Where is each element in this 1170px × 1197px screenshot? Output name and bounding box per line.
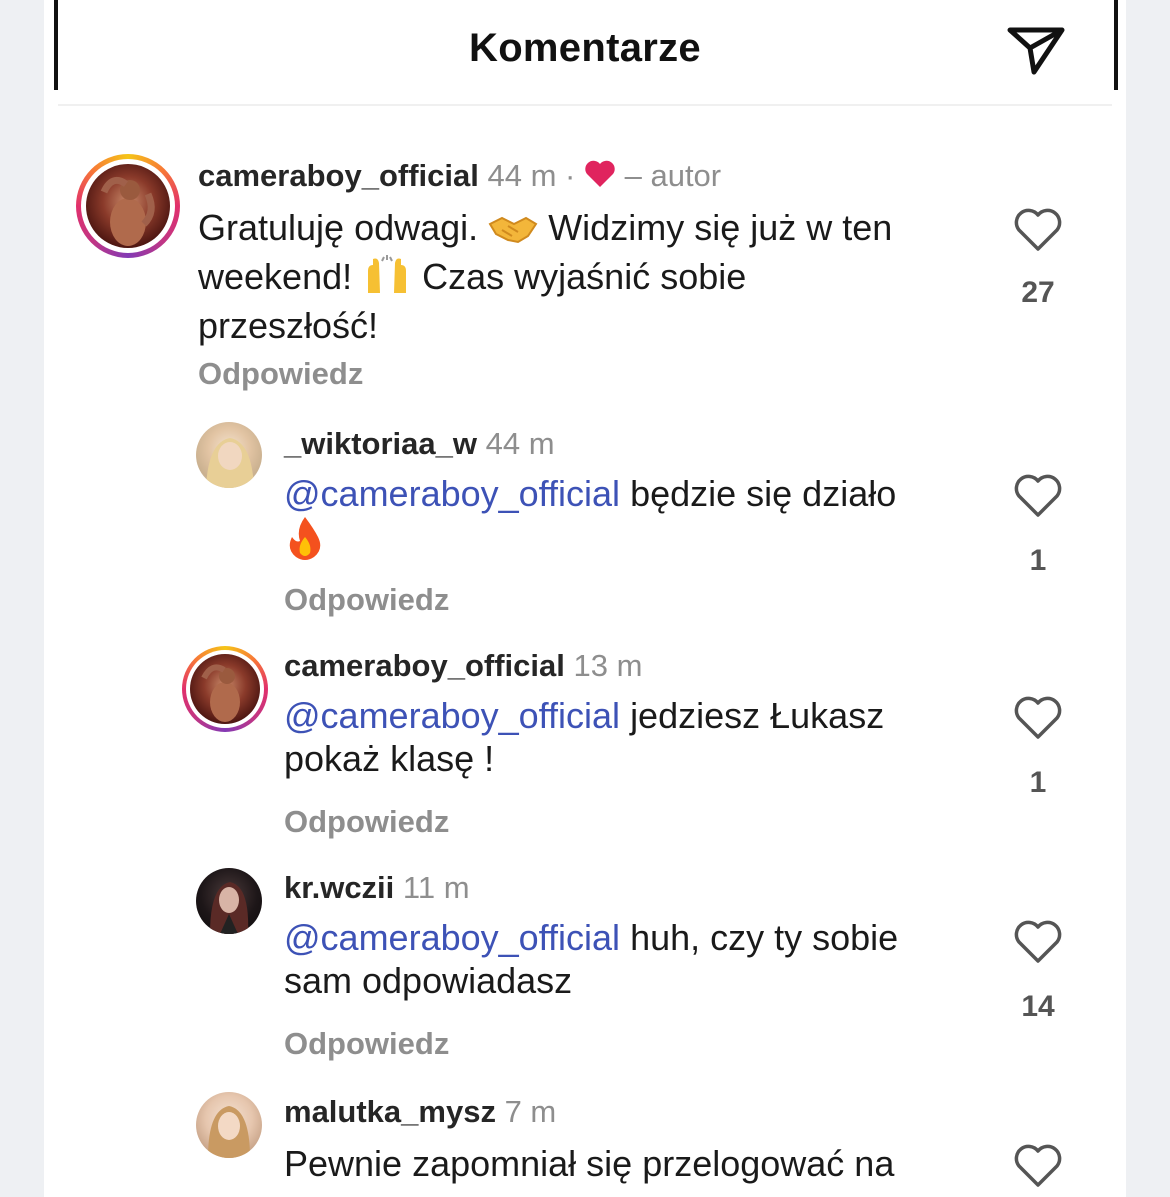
handshake-emoji <box>488 212 538 255</box>
author-liked-heart-icon <box>584 160 616 196</box>
like-heart-icon[interactable] <box>1014 696 1062 740</box>
like-heart-icon[interactable] <box>1014 920 1062 964</box>
like-heart-icon[interactable] <box>1014 208 1062 252</box>
paper-plane-icon[interactable] <box>1004 16 1068 80</box>
comment-text-part: weekend! <box>198 256 353 297</box>
comment-header: kr.wczii 11 m <box>284 870 470 906</box>
comment-header: cameraboy_official 13 m <box>284 648 642 684</box>
like-count: 1 <box>1029 544 1047 577</box>
story-ring[interactable] <box>76 154 180 258</box>
page-title: Komentarze <box>469 26 701 70</box>
like-count: 1 <box>1029 766 1047 799</box>
comment-text: @cameraboy_official będzie się działo <box>284 472 1004 570</box>
reply-button[interactable]: Odpowiedz <box>284 804 449 840</box>
username[interactable]: cameraboy_official <box>198 158 479 193</box>
avatar <box>86 164 170 248</box>
comment-text-part: przeszłość! <box>198 305 379 346</box>
avatar <box>190 654 260 724</box>
comment-item: _wiktoriaa_w 44 m @cameraboy_official bę… <box>44 420 1126 630</box>
fire-emoji <box>284 515 326 570</box>
avatar[interactable] <box>196 1092 262 1158</box>
comment-item: cameraboy_official 13 m @cameraboy_offic… <box>44 644 1126 854</box>
comment-text-part: Gratuluję odwagi. <box>198 207 479 248</box>
reply-button[interactable]: Odpowiedz <box>284 1026 449 1062</box>
like-count: 14 <box>1021 990 1055 1023</box>
reply-button[interactable]: Odpowiedz <box>284 582 449 618</box>
separator: · <box>565 158 576 193</box>
comment-text: Pewnie zapomniał się przelogować na <box>284 1142 1024 1185</box>
author-tag: – autor <box>624 158 722 193</box>
comment-text-part: jedziesz Łukasz <box>630 695 885 736</box>
reply-button[interactable]: Odpowiedz <box>198 356 363 392</box>
mention-link[interactable]: @cameraboy_official <box>284 695 620 736</box>
like-heart-icon[interactable] <box>1014 1144 1062 1188</box>
comment-text: @cameraboy_official huh, czy ty sobie sa… <box>284 916 1004 1002</box>
like-count: 27 <box>1021 276 1055 309</box>
mention-link[interactable]: @cameraboy_official <box>284 917 620 958</box>
username[interactable]: kr.wczii <box>284 870 394 905</box>
timestamp: 44 m <box>485 426 555 461</box>
username[interactable]: malutka_mysz <box>284 1094 496 1129</box>
username[interactable]: _wiktoriaa_w <box>284 426 477 461</box>
comments-header: Komentarze <box>58 0 1112 106</box>
comment-text-part: Widzimy się już w ten <box>548 207 893 248</box>
like-heart-icon[interactable] <box>1014 474 1062 518</box>
avatar[interactable] <box>196 422 262 488</box>
comment-header: _wiktoriaa_w 44 m <box>284 426 555 462</box>
comment-text-part: sam odpowiadasz <box>284 960 573 1001</box>
comment-text-part: Czas wyjaśnić sobie <box>422 256 747 297</box>
username[interactable]: cameraboy_official <box>284 648 565 683</box>
timestamp: 44 m <box>487 158 557 193</box>
raising-hands-emoji <box>362 255 412 304</box>
comment-text-part: huh, czy ty sobie <box>630 917 899 958</box>
comment-text-part: pokaż klasę ! <box>284 738 495 779</box>
comment-text: Gratuluję odwagi. Widzimy się już w ten … <box>198 206 998 347</box>
avatar[interactable] <box>196 868 262 934</box>
comments-sheet: Komentarze cameraboy_official 44 m · – a… <box>44 0 1126 1197</box>
comment-item: malutka_mysz 7 m Pewnie zapomniał się pr… <box>44 1090 1126 1197</box>
timestamp: 7 m <box>504 1094 557 1129</box>
comment-text: @cameraboy_official jedziesz Łukasz poka… <box>284 694 1004 780</box>
timestamp: 11 m <box>402 870 470 905</box>
comment-header: malutka_mysz 7 m <box>284 1094 556 1130</box>
comment-item: kr.wczii 11 m @cameraboy_official huh, c… <box>44 866 1126 1076</box>
story-ring[interactable] <box>182 646 268 732</box>
comment-header: cameraboy_official 44 m · – autor <box>198 158 721 196</box>
comment-item: cameraboy_official 44 m · – autor Gratul… <box>44 150 1126 400</box>
comment-text-part: Pewnie zapomniał się przelogować na <box>284 1143 895 1184</box>
timestamp: 13 m <box>573 648 643 683</box>
mention-link[interactable]: @cameraboy_official <box>284 473 620 514</box>
comment-text-part: będzie się działo <box>630 473 897 514</box>
